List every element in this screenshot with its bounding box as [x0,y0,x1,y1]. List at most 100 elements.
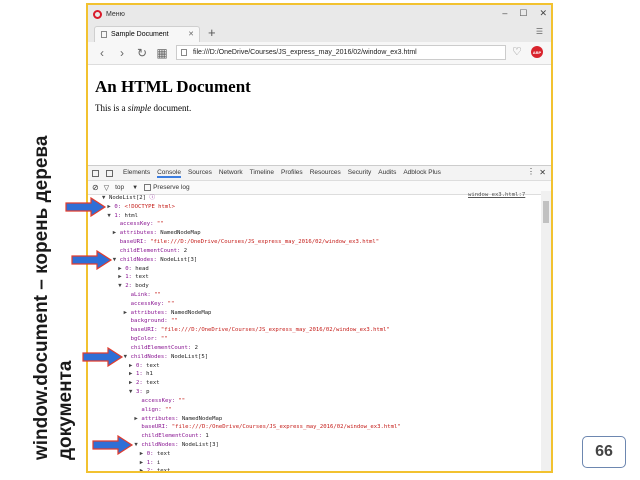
page-info-icon[interactable] [181,49,187,56]
browser-tab[interactable]: Sample Document ✕ [94,26,200,42]
value-text: text [146,362,160,369]
console-line[interactable]: ▶ 0: text [129,362,160,370]
tab-menu-icon[interactable]: ☰ [536,27,543,36]
property-key: attributes: [119,230,161,237]
adblock-icon[interactable]: ABP [531,46,543,58]
new-tab-icon[interactable]: + [208,25,216,40]
url-text: file:///D:/OneDrive/Courses/JS_express_m… [193,49,417,56]
value-text: head [135,265,149,272]
devtools-tab-security[interactable]: Security [348,169,371,178]
devtools-tab-resources[interactable]: Resources [310,169,341,178]
console-line[interactable]: ▶ 1: h1 [129,370,153,378]
expand-triangle-icon[interactable]: ▶ [140,450,147,458]
property-key: baseURI: [119,239,151,246]
tab-close-icon[interactable]: ✕ [188,30,194,38]
context-dropdown-icon[interactable]: ▼ [132,185,138,191]
console-line[interactable]: ▶ 0: text [140,450,171,458]
property-key: childNodes: [119,256,161,263]
string-value: "" [154,292,161,299]
collapse-triangle-icon[interactable]: ▼ [124,353,131,361]
scrollbar-thumb[interactable] [543,201,549,223]
console-line: childElementCount: 1 [134,432,208,440]
console-line[interactable]: ▼ NodeList[2] ⓘ [102,194,155,202]
console-line[interactable]: ▶ attributes: NamedNodeMap [124,309,212,317]
devtools-tab-sources[interactable]: Sources [188,169,212,178]
console-line[interactable]: ▼ 3: p [129,388,149,396]
value-text: NodeList[5] [171,353,209,360]
expand-triangle-icon[interactable]: ▶ [129,362,136,370]
collapse-triangle-icon[interactable]: ▼ [113,256,120,264]
expand-triangle-icon[interactable]: ▶ [129,370,136,378]
forward-icon[interactable]: › [116,46,128,60]
value-text: NodeList[3] [181,441,219,448]
property-key: baseURI: [130,327,161,334]
console-line[interactable]: ▼ childNodes: NodeList[5] [124,353,208,361]
console-line[interactable]: ▶ 0: head [118,265,149,273]
close-window-icon[interactable]: ✕ [539,8,547,19]
console-line[interactable]: ▶ 1: text [118,273,149,281]
minimize-icon[interactable]: – [502,8,507,19]
console-line[interactable]: ▶ attributes: NamedNodeMap [134,415,222,423]
console-line: align: "" [134,406,171,414]
document-icon [101,31,107,38]
devtools-tab-profiles[interactable]: Profiles [281,169,303,178]
expand-triangle-icon[interactable]: ▶ [124,309,131,317]
device-mode-icon[interactable] [106,169,113,177]
address-bar[interactable]: file:///D:/OneDrive/Courses/JS_express_m… [176,45,506,60]
reload-icon[interactable]: ↻ [136,46,148,60]
bookmark-heart-icon[interactable]: ♡ [512,45,522,58]
console-line[interactable]: ▶ 2: text [129,379,160,387]
expand-triangle-icon[interactable]: ▶ [113,229,120,237]
devtools-tab-elements[interactable]: Elements [123,169,150,178]
pointer-arrow-shape [71,249,112,270]
opera-logo-icon[interactable] [93,10,102,19]
value-text: NamedNodeMap [160,230,201,237]
expand-triangle-icon[interactable]: ▶ [140,467,147,471]
devtools-menu-icon[interactable]: ⋮ [527,167,535,176]
value-text: text [135,274,149,281]
value-text: NamedNodeMap [181,415,223,422]
preserve-log-checkbox[interactable] [144,184,152,191]
inspect-element-icon[interactable] [92,169,99,177]
devtools-tab-console[interactable]: Console [157,169,181,178]
paragraph-text-end: document. [151,103,192,113]
property-key: childNodes: [130,353,172,360]
console-line[interactable]: ▶ 1: i [140,459,160,467]
app-menu-label[interactable]: Меню [106,11,125,18]
property-key: childElementCount: [141,433,206,440]
page-number: 66 [582,436,626,468]
console-line[interactable]: ▶ attributes: NamedNodeMap [113,229,201,237]
value-text: 1 [205,433,209,440]
devtools-tab-timeline[interactable]: Timeline [250,169,274,178]
devtools-tab-adblock-plus[interactable]: Adblock Plus [403,169,441,178]
console-line[interactable]: ▼ childNodes: NodeList[3] [134,441,218,449]
speed-dial-icon[interactable]: ▦ [156,46,168,60]
devtools-tab-network[interactable]: Network [219,169,243,178]
context-selector[interactable]: top [115,184,124,191]
devtools-close-icon[interactable]: ✕ [539,168,546,177]
expand-triangle-icon[interactable]: ▶ [140,459,147,467]
expand-triangle-icon[interactable]: ▶ [129,379,136,387]
collapse-triangle-icon[interactable]: ▼ [129,388,136,396]
string-value: "file:///D:/OneDrive/Courses/JS_express_… [171,424,401,431]
property-key: childElementCount: [119,247,184,254]
string-value: "file:///D:/OneDrive/Courses/JS_express_… [160,327,390,334]
maximize-icon[interactable]: ☐ [519,8,527,19]
string-value: "" [164,406,172,413]
value-text: text [146,380,160,387]
pointer-arrow [81,346,123,367]
console-line[interactable]: ▶ 0: <!DOCTYPE html> [107,203,175,211]
source-link[interactable]: window_ex3.html:7 [468,192,525,198]
property-key: 0: [125,265,136,272]
value-text: NamedNodeMap [171,309,212,316]
devtools-tab-audits[interactable]: Audits [378,169,396,178]
console-scrollbar[interactable] [541,191,551,471]
console-line[interactable]: ▼ childNodes: NodeList[3] [113,256,197,264]
console-line[interactable]: ▶ 2: text [140,467,171,471]
console-line[interactable]: ▼ 2: body [118,282,149,290]
string-value: "" [171,318,178,325]
console-line[interactable]: ▼ 1: html [107,212,138,220]
property-key: 2: [125,283,136,290]
back-icon[interactable]: ‹ [96,46,108,60]
property-key: 1: [146,459,157,466]
